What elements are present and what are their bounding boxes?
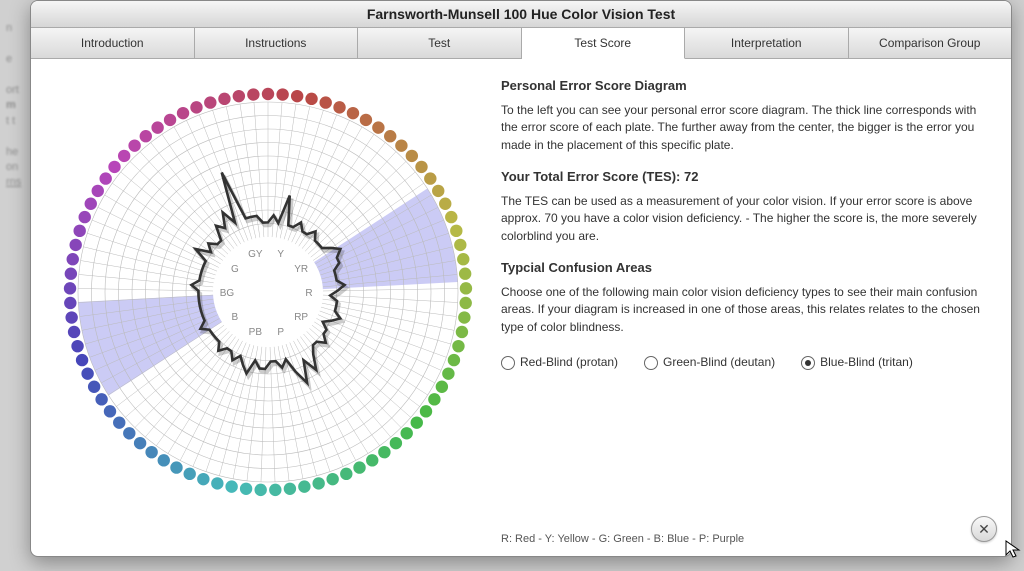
modal-title: Farnsworth-Munsell 100 Hue Color Vision … — [31, 1, 1011, 28]
tab-introduction[interactable]: Introduction — [31, 28, 195, 58]
svg-text:G: G — [231, 264, 239, 275]
svg-text:RP: RP — [294, 312, 308, 323]
svg-text:GY: GY — [248, 249, 263, 260]
close-icon: ✕ — [978, 521, 990, 538]
tes-value: 72 — [684, 169, 698, 184]
heading-diagram: Personal Error Score Diagram — [501, 77, 983, 96]
radio-dot-icon — [801, 356, 815, 370]
radio-deutan[interactable]: Green-Blind (deutan) — [644, 354, 775, 371]
svg-text:BG: BG — [220, 288, 235, 299]
tab-comparison-group[interactable]: Comparison Group — [849, 28, 1012, 58]
svg-text:R: R — [305, 288, 312, 299]
tab-test-score[interactable]: Test Score — [522, 28, 686, 59]
radio-tritan[interactable]: Blue-Blind (tritan) — [801, 354, 913, 371]
radio-dot-icon — [644, 356, 658, 370]
heading-tes: Your Total Error Score (TES): 72 — [501, 168, 983, 187]
heading-confusion: Typcial Confusion Areas — [501, 259, 983, 278]
text-tes-desc: The TES can be used as a measurement of … — [501, 193, 983, 245]
svg-text:B: B — [231, 312, 238, 323]
error-score-diagram: R RP P PB B BG G GY Y YR — [53, 77, 483, 507]
close-button[interactable]: ✕ — [971, 516, 997, 542]
svg-text:PB: PB — [249, 327, 263, 338]
text-confusion-desc: Choose one of the following main color v… — [501, 284, 983, 336]
svg-text:P: P — [277, 327, 284, 338]
radio-dot-icon — [501, 356, 515, 370]
svg-text:Y: Y — [277, 249, 284, 260]
tab-interpretation[interactable]: Interpretation — [685, 28, 849, 58]
svg-text:YR: YR — [294, 264, 308, 275]
tab-test[interactable]: Test — [358, 28, 522, 58]
tab-bar: Introduction Instructions Test Test Scor… — [31, 28, 1011, 59]
text-diagram-desc: To the left you can see your personal er… — [501, 102, 983, 154]
radio-protan[interactable]: Red-Blind (protan) — [501, 354, 618, 371]
tab-instructions[interactable]: Instructions — [195, 28, 359, 58]
modal-window: Farnsworth-Munsell 100 Hue Color Vision … — [30, 0, 1012, 557]
confusion-type-radios: Red-Blind (protan) Green-Blind (deutan) … — [501, 354, 983, 371]
color-legend: R: Red - Y: Yellow - G: Green - B: Blue … — [501, 502, 983, 548]
